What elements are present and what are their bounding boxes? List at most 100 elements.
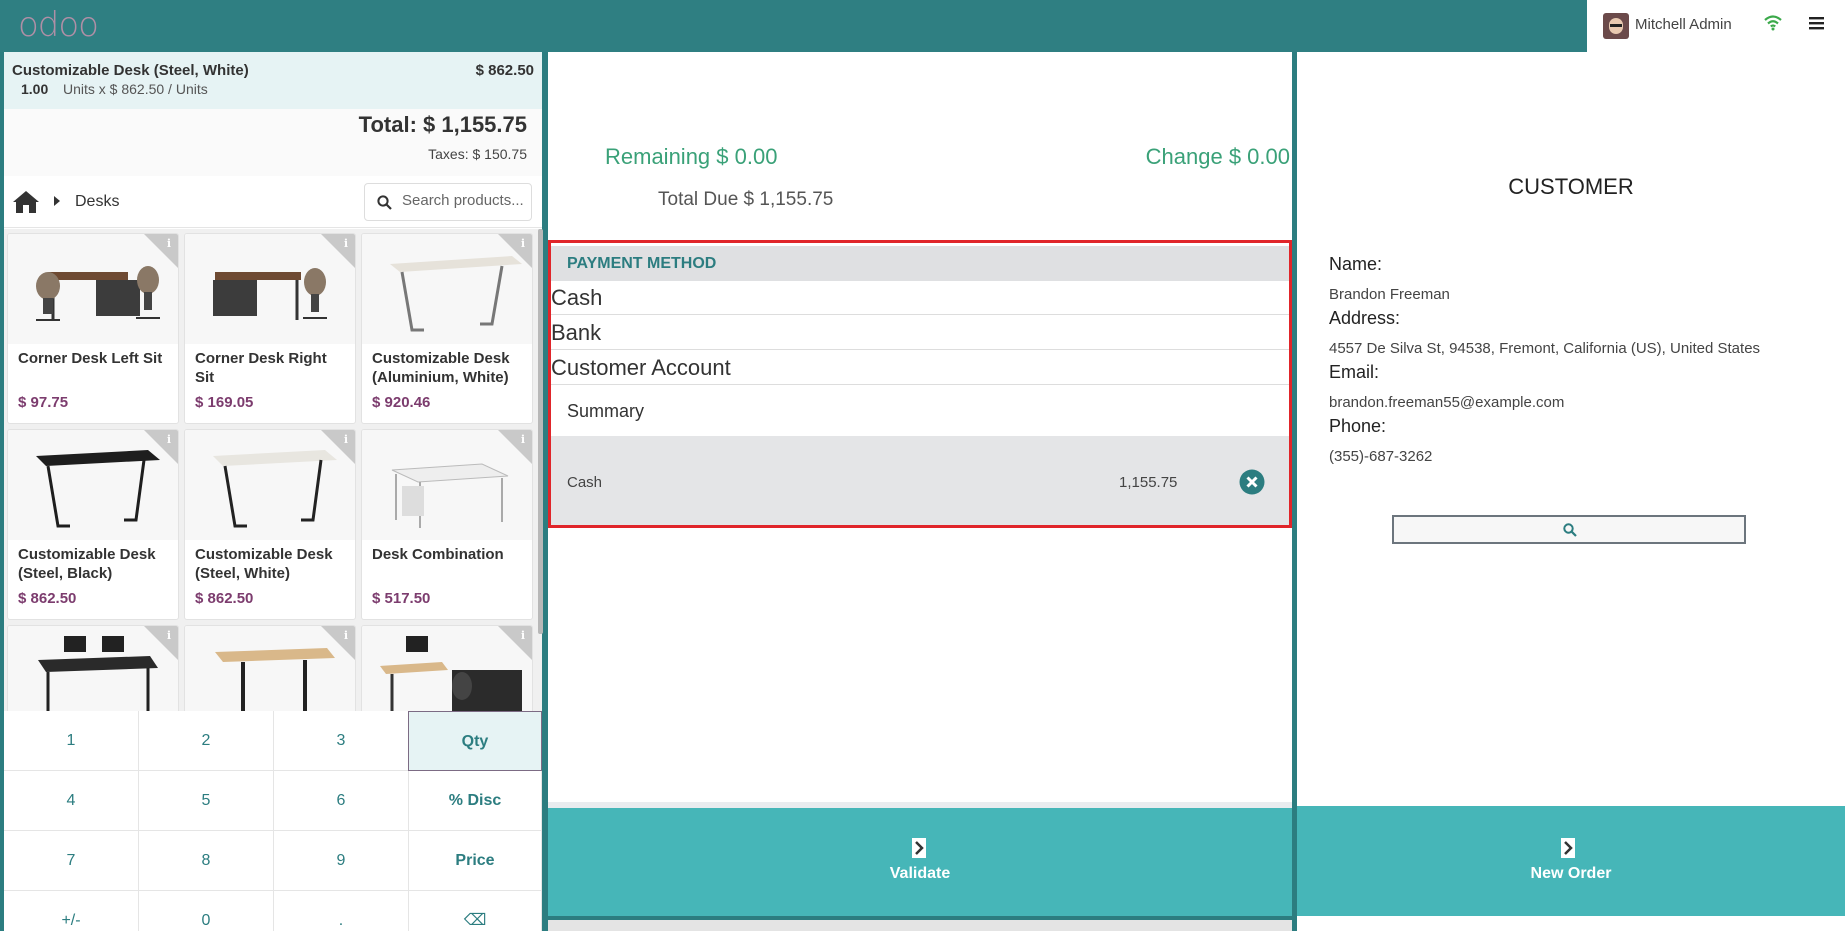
product-card[interactable]: i Desk Combination $ 517.50 bbox=[361, 429, 533, 620]
product-name: Corner Desk Right Sit bbox=[195, 350, 327, 386]
numpad-backspace-button[interactable]: ⌫ bbox=[409, 891, 542, 931]
numpad-key-1[interactable]: 1 bbox=[4, 711, 139, 771]
product-card[interactable]: i Corner Desk Right Sit $ 169.05 bbox=[184, 233, 356, 424]
product-price: $ 517.50 bbox=[372, 590, 431, 607]
numpad-key-9[interactable]: 9 bbox=[274, 831, 409, 891]
numpad-key-4[interactable]: 4 bbox=[4, 771, 139, 831]
search-icon bbox=[377, 195, 392, 210]
search-input[interactable] bbox=[402, 192, 527, 209]
breadcrumb-category[interactable]: Desks bbox=[75, 193, 119, 211]
info-corner bbox=[498, 234, 532, 268]
numpad-qty-button[interactable]: Qty bbox=[408, 711, 542, 771]
numpad-key-6[interactable]: 6 bbox=[274, 771, 409, 831]
remaining-amount: Remaining $ 0.00 bbox=[605, 144, 778, 169]
payment-line-amount[interactable]: 1,155.75 bbox=[1119, 474, 1177, 491]
product-price: $ 97.75 bbox=[18, 394, 69, 411]
payment-method-cash[interactable]: Cash bbox=[551, 281, 1289, 315]
info-icon[interactable]: i bbox=[167, 237, 171, 250]
product-card[interactable]: i Customizable Desk (Steel, White) $ 862… bbox=[184, 429, 356, 620]
customer-name-label: Name: bbox=[1329, 254, 1383, 274]
order-line-price: $ 862.50 bbox=[475, 62, 534, 79]
order-taxes: Taxes: $ 150.75 bbox=[428, 146, 527, 162]
product-card[interactable]: i Customizable Desk (Aluminium, White) $… bbox=[361, 233, 533, 424]
order-panel: Customizable Desk (Steel, White) $ 862.5… bbox=[4, 52, 543, 931]
breadcrumb: Desks bbox=[4, 176, 542, 228]
home-icon[interactable] bbox=[12, 190, 40, 214]
customer-email: brandon.freeman55@example.com bbox=[1329, 394, 1565, 411]
payment-method-bank[interactable]: Bank bbox=[551, 316, 1289, 350]
chevron-right-icon bbox=[912, 838, 926, 858]
new-order-button[interactable]: New Order bbox=[1297, 806, 1845, 916]
payment-line[interactable]: Cash 1,155.75 bbox=[551, 436, 1289, 525]
order-line-qty: 1.00 bbox=[21, 81, 49, 97]
product-search[interactable] bbox=[364, 183, 532, 221]
product-price: $ 169.05 bbox=[195, 394, 254, 411]
product-card[interactable]: i bbox=[184, 625, 356, 711]
info-icon[interactable]: i bbox=[167, 629, 171, 642]
search-icon bbox=[1563, 523, 1577, 537]
customer-email-label: Email: bbox=[1329, 362, 1380, 382]
customer-phone: (355)-687-3262 bbox=[1329, 448, 1433, 465]
numpad-key-8[interactable]: 8 bbox=[139, 831, 274, 891]
customer-address: 4557 De Silva St, 94538, Fremont, Califo… bbox=[1329, 340, 1761, 357]
product-name: Customizable Desk (Steel, Black) bbox=[18, 546, 156, 582]
numpad-key-5[interactable]: 5 bbox=[139, 771, 274, 831]
product-price: $ 862.50 bbox=[195, 590, 254, 607]
payment-panel: Remaining $ 0.00 Change $ 0.00 Total Due… bbox=[548, 52, 1292, 931]
user-area: Mitchell Admin bbox=[1587, 0, 1845, 52]
numpad-discount-button[interactable]: % Disc bbox=[409, 771, 542, 831]
new-order-label: New Order bbox=[1530, 865, 1612, 882]
order-line-product: Customizable Desk (Steel, White) bbox=[12, 62, 249, 79]
validate-label: Validate bbox=[889, 865, 951, 882]
info-icon[interactable]: i bbox=[521, 433, 525, 446]
product-grid: i Corner Desk Left Sit $ 97.75 i Corner … bbox=[4, 229, 542, 711]
product-name: Customizable Desk (Steel, White) bbox=[195, 546, 333, 582]
product-name: Desk Combination bbox=[372, 546, 504, 563]
change-amount: Change $ 0.00 bbox=[1145, 144, 1290, 169]
customer-title: CUSTOMER bbox=[1508, 174, 1634, 199]
hamburger-menu-icon[interactable] bbox=[1809, 16, 1824, 30]
payment-methods-box: PAYMENT METHOD Cash Bank Customer Accoun… bbox=[548, 240, 1292, 528]
info-corner bbox=[321, 234, 355, 268]
info-corner bbox=[321, 626, 355, 660]
product-name: Customizable Desk (Aluminium, White) bbox=[372, 350, 510, 386]
info-icon[interactable]: i bbox=[521, 629, 525, 642]
numpad-key-3[interactable]: 3 bbox=[274, 711, 409, 771]
total-due: Total Due $ 1,155.75 bbox=[658, 189, 834, 210]
validate-button[interactable]: Validate bbox=[548, 808, 1292, 916]
numpad-price-button[interactable]: Price bbox=[409, 831, 542, 891]
payment-line-method: Cash bbox=[567, 474, 603, 491]
info-icon[interactable]: i bbox=[344, 237, 348, 250]
product-card[interactable]: i bbox=[7, 625, 179, 711]
info-icon[interactable]: i bbox=[521, 237, 525, 250]
chevron-right-icon bbox=[1561, 838, 1575, 858]
product-card[interactable]: i Corner Desk Left Sit $ 97.75 bbox=[7, 233, 179, 424]
info-corner bbox=[498, 626, 532, 660]
odoo-logo: odoo bbox=[18, 5, 99, 45]
remove-payment-icon[interactable] bbox=[1239, 469, 1265, 495]
numpad-plus-minus-button[interactable]: +/- bbox=[4, 891, 139, 931]
info-icon[interactable]: i bbox=[344, 433, 348, 446]
breadcrumb-separator-icon bbox=[54, 196, 60, 206]
numpad-key-0[interactable]: 0 bbox=[139, 891, 274, 931]
product-card[interactable]: i Customizable Desk (Steel, Black) $ 862… bbox=[7, 429, 179, 620]
info-icon[interactable]: i bbox=[344, 629, 348, 642]
product-price: $ 920.46 bbox=[372, 394, 431, 411]
user-avatar[interactable] bbox=[1603, 13, 1629, 39]
payment-method-customer-account[interactable]: Customer Account bbox=[551, 351, 1289, 385]
customer-name: Brandon Freeman bbox=[1329, 286, 1450, 303]
numpad-decimal-button[interactable]: . bbox=[274, 891, 409, 931]
info-corner bbox=[498, 430, 532, 464]
customer-search-button[interactable] bbox=[1392, 515, 1746, 544]
numpad-key-7[interactable]: 7 bbox=[4, 831, 139, 891]
product-scrollbar[interactable] bbox=[538, 229, 543, 634]
customer-phone-label: Phone: bbox=[1329, 416, 1387, 436]
numpad-key-2[interactable]: 2 bbox=[139, 711, 274, 771]
user-name[interactable]: Mitchell Admin bbox=[1635, 16, 1732, 33]
info-corner bbox=[144, 430, 178, 464]
order-line[interactable]: Customizable Desk (Steel, White) $ 862.5… bbox=[4, 52, 542, 109]
info-corner bbox=[144, 626, 178, 660]
product-card[interactable]: i bbox=[361, 625, 533, 711]
order-total: Total: $ 1,155.75 bbox=[358, 112, 527, 137]
info-icon[interactable]: i bbox=[167, 433, 171, 446]
